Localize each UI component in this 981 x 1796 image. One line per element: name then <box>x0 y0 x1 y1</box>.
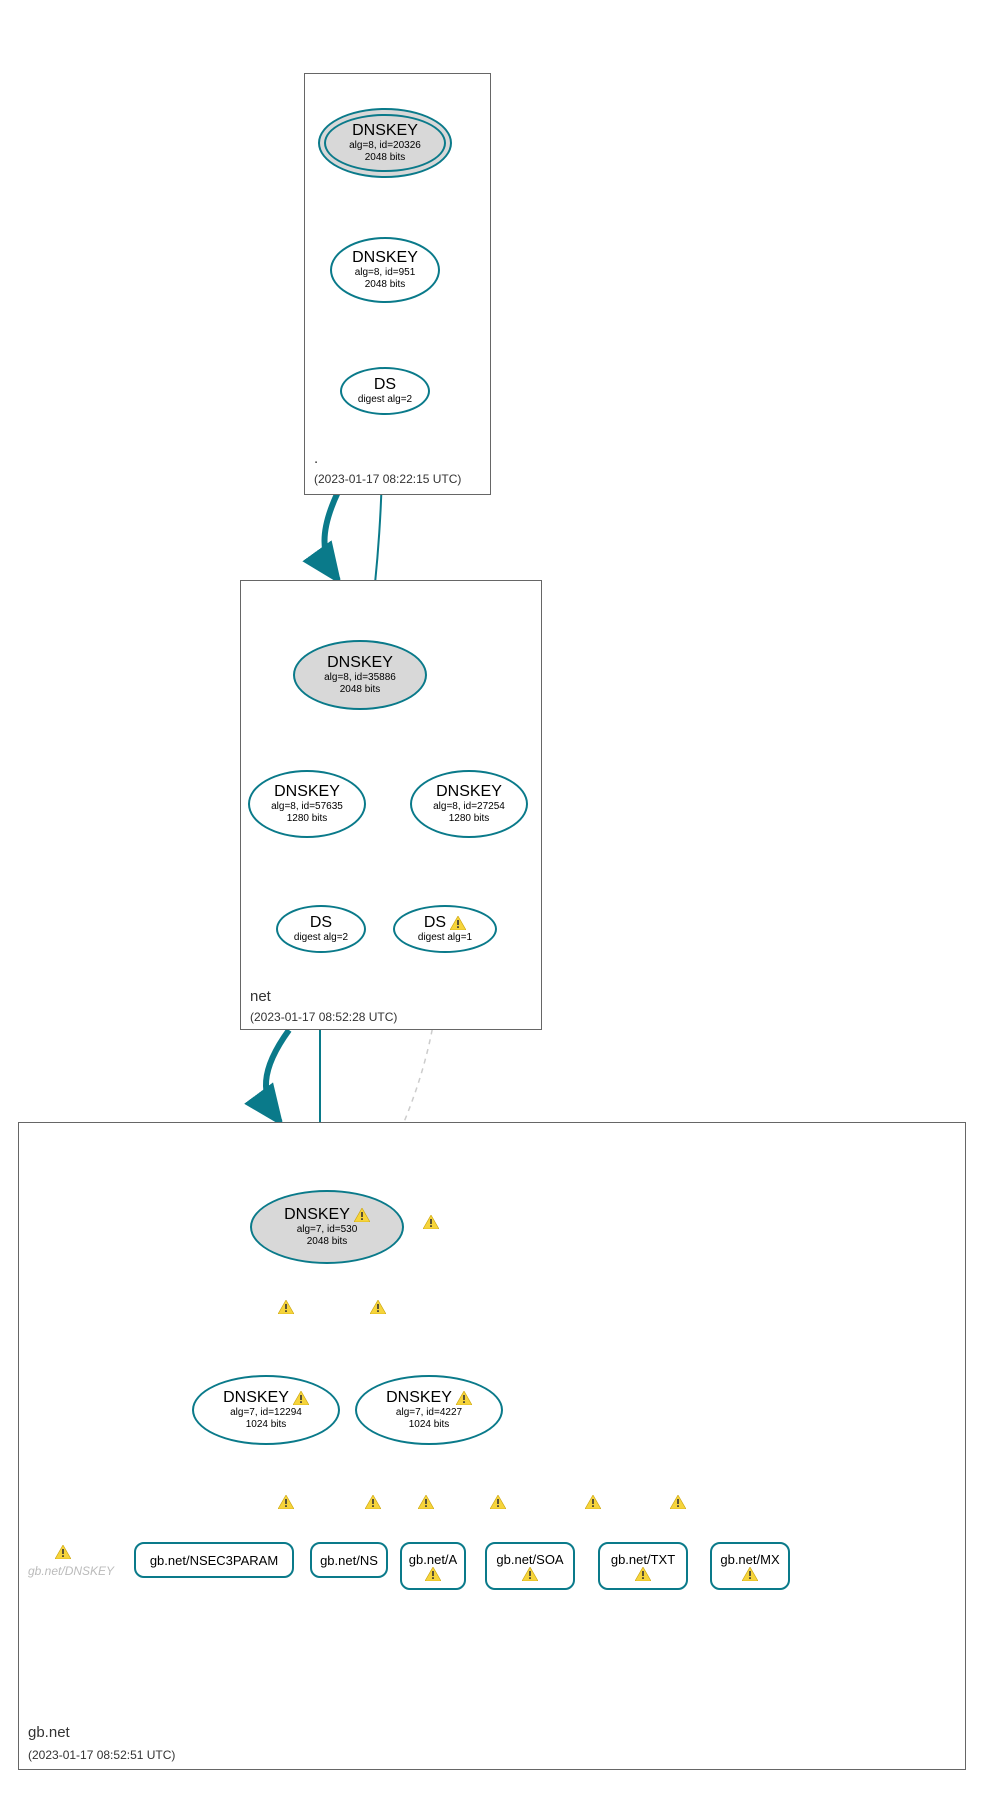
warning-icon <box>585 1495 601 1514</box>
node-sub1: alg=8, id=57635 <box>271 801 343 813</box>
node-title: DNSKEY <box>223 1389 289 1407</box>
node-sub1: alg=8, id=35886 <box>324 672 396 684</box>
warning-icon <box>635 1567 651 1581</box>
node-sub2: 2048 bits <box>365 152 406 164</box>
warning-icon <box>370 1300 386 1319</box>
zone-net-label: net <box>250 988 271 1005</box>
leaf-label: gb.net/NS <box>320 1553 378 1568</box>
node-net-ksk: DNSKEY alg=8, id=35886 2048 bits <box>293 640 427 710</box>
zone-root-label: . <box>314 450 318 467</box>
node-sub1: digest alg=2 <box>294 932 348 944</box>
node-sub1: digest alg=1 <box>418 932 472 944</box>
zone-gb <box>18 1122 966 1770</box>
node-title: DNSKEY <box>352 122 418 140</box>
leaf-label: gb.net/TXT <box>611 1552 675 1567</box>
warning-icon <box>55 1545 71 1564</box>
leaf-label: gb.net/NSEC3PARAM <box>150 1553 278 1568</box>
leaf-mx: gb.net/MX <box>710 1542 790 1590</box>
node-sub1: alg=8, id=27254 <box>433 801 505 813</box>
node-title: DS <box>424 914 446 932</box>
warning-icon <box>365 1495 381 1514</box>
node-sub1: alg=8, id=20326 <box>349 140 421 152</box>
node-sub2: 1280 bits <box>287 813 328 825</box>
node-net-zsk1: DNSKEY alg=8, id=57635 1280 bits <box>248 770 366 838</box>
node-sub1: alg=7, id=4227 <box>396 1407 462 1419</box>
node-sub2: 1024 bits <box>409 1419 450 1431</box>
node-title: DNSKEY <box>352 249 418 267</box>
node-sub1: alg=7, id=530 <box>297 1224 358 1236</box>
warning-icon <box>490 1495 506 1514</box>
node-sub2: 2048 bits <box>365 279 406 291</box>
leaf-a: gb.net/A <box>400 1542 466 1590</box>
node-title: DS <box>374 376 396 394</box>
warning-icon <box>742 1567 758 1581</box>
node-root-zsk: DNSKEY alg=8, id=951 2048 bits <box>330 237 440 303</box>
node-root-ds: DS digest alg=2 <box>340 367 430 415</box>
warning-icon <box>425 1567 441 1581</box>
node-title: DS <box>310 914 332 932</box>
node-net-ds1: DS digest alg=2 <box>276 905 366 953</box>
zone-gb-label: gb.net <box>28 1724 70 1741</box>
zone-gb-timestamp: (2023-01-17 08:52:51 UTC) <box>28 1748 175 1762</box>
node-sub2: 2048 bits <box>340 684 381 696</box>
node-title: DNSKEY <box>327 654 393 672</box>
node-title: DNSKEY <box>436 783 502 801</box>
node-net-zsk2: DNSKEY alg=8, id=27254 1280 bits <box>410 770 528 838</box>
warning-icon <box>450 916 466 930</box>
node-net-ds2: DS digest alg=1 <box>393 905 497 953</box>
node-title: DNSKEY <box>284 1206 350 1224</box>
node-sub2: 1024 bits <box>246 1419 287 1431</box>
node-sub1: alg=7, id=12294 <box>230 1407 302 1419</box>
node-gb-zsk1: DNSKEY alg=7, id=12294 1024 bits <box>192 1375 340 1445</box>
node-sub2: 1280 bits <box>449 813 490 825</box>
warning-icon <box>293 1391 309 1405</box>
warning-icon <box>522 1567 538 1581</box>
leaf-label: gb.net/SOA <box>496 1552 563 1567</box>
warning-icon <box>278 1495 294 1514</box>
node-root-ksk: DNSKEY alg=8, id=20326 2048 bits <box>318 108 452 178</box>
warning-icon <box>670 1495 686 1514</box>
leaf-ns: gb.net/NS <box>310 1542 388 1578</box>
node-sub1: alg=8, id=951 <box>355 267 416 279</box>
warning-icon <box>278 1300 294 1319</box>
warning-icon <box>354 1208 370 1222</box>
warning-icon <box>456 1391 472 1405</box>
leaf-soa: gb.net/SOA <box>485 1542 575 1590</box>
gray-dnskey-label: gb.net/DNSKEY <box>28 1564 114 1578</box>
leaf-label: gb.net/A <box>409 1552 457 1567</box>
zone-root-timestamp: (2023-01-17 08:22:15 UTC) <box>314 472 461 486</box>
node-gb-ksk: DNSKEY alg=7, id=530 2048 bits <box>250 1190 404 1264</box>
node-sub1: digest alg=2 <box>358 394 412 406</box>
node-title: DNSKEY <box>274 783 340 801</box>
node-sub2: 2048 bits <box>307 1236 348 1248</box>
warning-icon <box>423 1215 439 1234</box>
leaf-txt: gb.net/TXT <box>598 1542 688 1590</box>
node-title: DNSKEY <box>386 1389 452 1407</box>
node-gb-zsk2: DNSKEY alg=7, id=4227 1024 bits <box>355 1375 503 1445</box>
warning-icon <box>418 1495 434 1514</box>
leaf-nsec3param: gb.net/NSEC3PARAM <box>134 1542 294 1578</box>
zone-net-timestamp: (2023-01-17 08:52:28 UTC) <box>250 1010 397 1024</box>
leaf-label: gb.net/MX <box>720 1552 779 1567</box>
